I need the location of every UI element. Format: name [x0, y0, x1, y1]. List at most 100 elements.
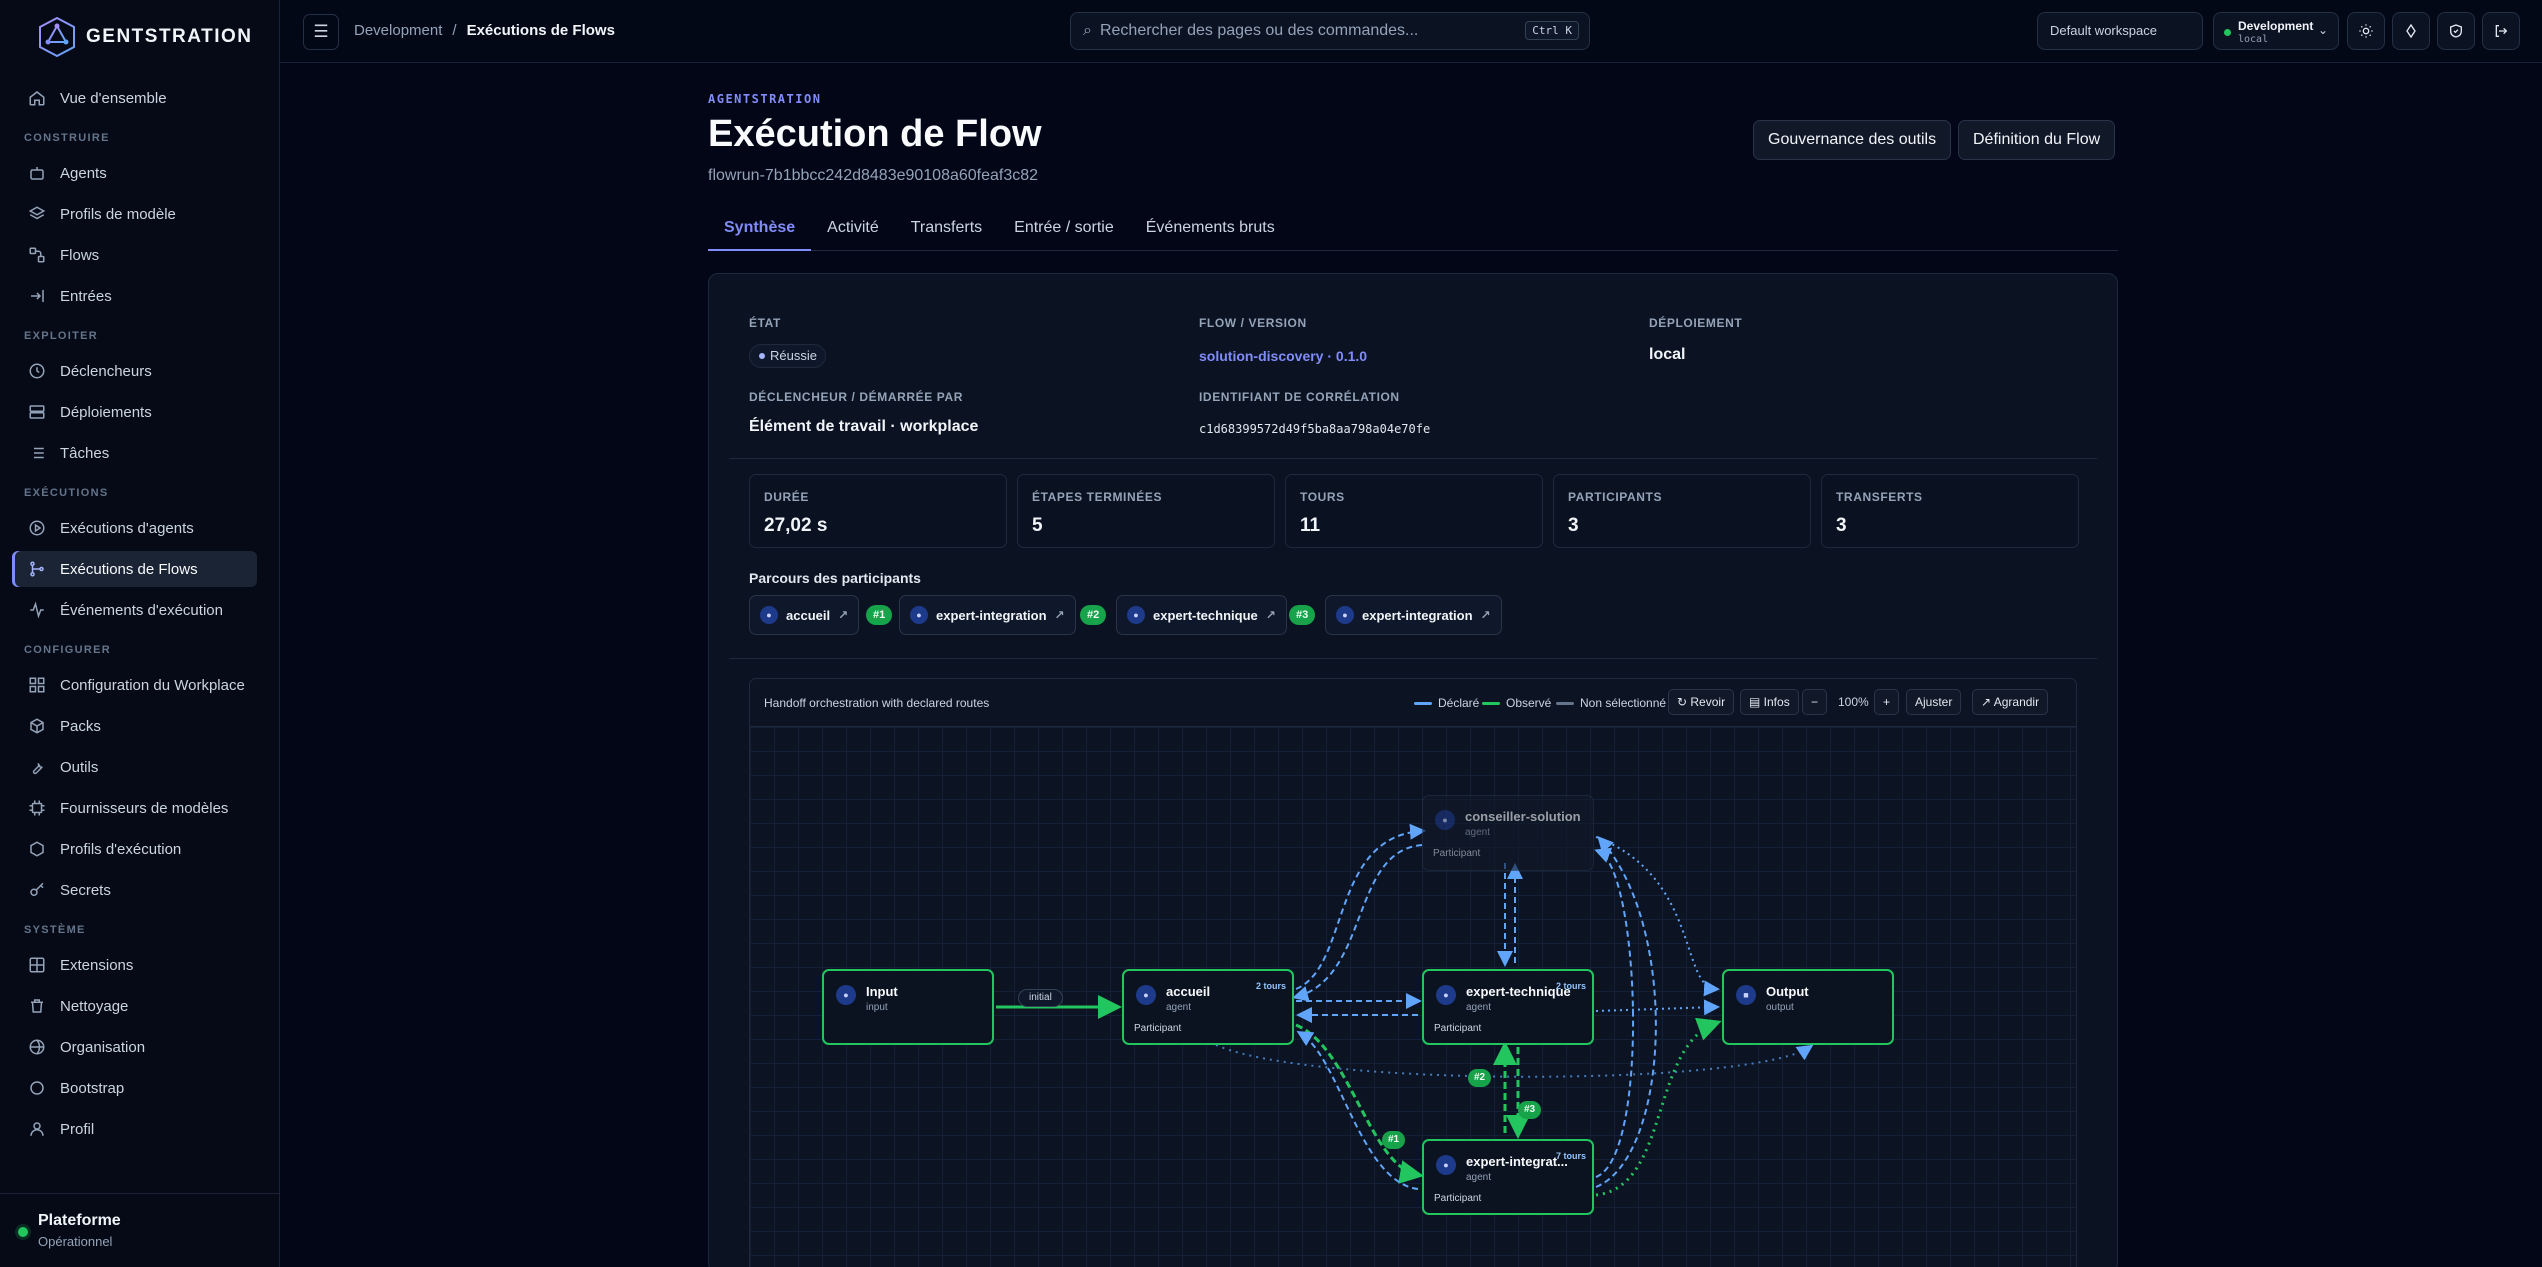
tab-evenements-bruts[interactable]: Événements bruts: [1130, 213, 1291, 251]
expand-button[interactable]: ↗ Agrandir: [1972, 689, 2049, 715]
brand-name: GENTSTRATION: [86, 26, 253, 47]
edge-integ-tech-side: [1595, 836, 1657, 1188]
graph-node-output[interactable]: ■ Output output: [1722, 969, 1894, 1045]
edge-integ-output: [1595, 1017, 1722, 1197]
journey-chip[interactable]: ● expert-integration ↗: [1325, 595, 1502, 635]
zoom-in-button[interactable]: +: [1874, 689, 1900, 715]
sidebar-item-label: Flows: [60, 246, 100, 264]
flow-run-id: flowrun-7b1bbcc242d8483e90108a60feaf3c82: [708, 167, 1039, 184]
zoom-level: 100%: [1838, 695, 1869, 709]
flow-version-link[interactable]: solution-discovery · 0.1.0: [1199, 348, 1367, 364]
environment-select[interactable]: Development local ⌄: [2213, 12, 2339, 50]
sidebar-item-label: Configuration du Workplace: [60, 676, 245, 694]
chevron-down-icon: ⌄: [2317, 23, 2328, 37]
graph-node-expert-technique[interactable]: ● expert-technique agent Participant 2 t…: [1422, 969, 1594, 1045]
sidebar-item-flows[interactable]: Flows: [12, 237, 257, 273]
breadcrumb-separator: /: [452, 22, 457, 39]
sidebar-item-agent-runs[interactable]: Exécutions d'agents: [12, 510, 257, 546]
deployment-label: DÉPLOIEMENT: [1649, 316, 1743, 330]
sidebar-item-triggers[interactable]: Déclencheurs: [12, 353, 257, 389]
sidebar-item-cleanup[interactable]: Nettoyage: [12, 988, 257, 1024]
agent-icon: ●: [910, 606, 928, 624]
graph-node-input[interactable]: ● Input input: [822, 969, 994, 1045]
chip-label: accueil: [786, 607, 831, 623]
stat-label: TOURS: [1300, 490, 1345, 504]
sidebar-item-packs[interactable]: Packs: [12, 708, 257, 744]
graph-node-expert-integration[interactable]: ● expert-integrat... agent Participant 7…: [1422, 1139, 1594, 1215]
stat-value: 3: [1568, 515, 1579, 536]
legend-declared: Déclaré: [1414, 696, 1479, 710]
external-link-icon: ↗: [1054, 608, 1065, 622]
zoom-out-button[interactable]: −: [1802, 689, 1828, 715]
sidebar-item-entries[interactable]: Entrées: [12, 278, 257, 314]
search-input[interactable]: ⌕ Rechercher des pages ou des commandes.…: [1070, 12, 1590, 50]
sidebar-item-model-providers[interactable]: Fournisseurs de modèles: [12, 790, 257, 826]
sidebar-item-label: Extensions: [60, 956, 134, 974]
sidebar-item-secrets[interactable]: Secrets: [12, 872, 257, 908]
theme-toggle-button[interactable]: [2347, 12, 2385, 50]
security-button[interactable]: [2437, 12, 2475, 50]
sidebar-item-tools[interactable]: Outils: [12, 749, 257, 785]
node-type: agent: [1166, 1002, 1192, 1013]
fit-button[interactable]: Ajuster: [1906, 689, 1962, 715]
search-icon: ⌕: [1083, 22, 1092, 39]
edge-accueil-conseiller: [1295, 823, 1426, 990]
journey-step-badge: #1: [866, 605, 893, 625]
sidebar-item-organisation[interactable]: Organisation: [12, 1029, 257, 1065]
sidebar-item-bootstrap[interactable]: Bootstrap: [12, 1070, 257, 1106]
shield-check-icon: [2450, 24, 2462, 38]
breadcrumb-current: Exécutions de Flows: [466, 22, 615, 39]
breadcrumb-parent[interactable]: Development: [354, 22, 442, 39]
brand[interactable]: GENTSTRATION: [36, 16, 252, 58]
platform-status: Plateforme Opérationnel: [0, 1193, 280, 1267]
wrench-icon: [32, 763, 43, 775]
journey-chip[interactable]: ● accueil ↗: [749, 595, 860, 635]
chip-label: expert-technique: [1153, 607, 1258, 623]
diamond-icon: [2406, 23, 2416, 39]
menu-toggle-button[interactable]: ☰: [303, 14, 339, 50]
legend-swatch: [1414, 701, 1432, 705]
node-type: agent: [1466, 1172, 1492, 1183]
sidebar-item-run-profiles[interactable]: Profils d'exécution: [12, 831, 257, 867]
tab-entree-sortie[interactable]: Entrée / sortie: [998, 213, 1130, 251]
agent-icon: ●: [1435, 810, 1455, 830]
logout-button[interactable]: [2482, 12, 2520, 50]
sidebar-item-model-profiles[interactable]: Profils de modèle: [12, 196, 257, 232]
sidebar-item-label: Déclencheurs: [60, 362, 152, 380]
sidebar-item-workplace-config[interactable]: Configuration du Workplace: [12, 667, 257, 703]
nav-section-systeme: SYSTÈME: [24, 924, 86, 936]
info-button[interactable]: ▤ Infos: [1740, 689, 1799, 715]
flow-definition-button[interactable]: Définition du Flow: [1958, 120, 2116, 160]
tool-governance-button[interactable]: Gouvernance des outils: [1753, 120, 1952, 160]
tab-synthese[interactable]: Synthèse: [708, 213, 812, 251]
node-role: Participant: [1433, 848, 1481, 859]
node-type: input: [866, 1002, 888, 1013]
tab-transferts[interactable]: Transferts: [895, 213, 998, 251]
workspace-select[interactable]: Default workspace: [2037, 12, 2203, 50]
graph-node-accueil[interactable]: ● accueil agent Participant 2 tours: [1122, 969, 1294, 1045]
tab-activite[interactable]: Activité: [811, 213, 895, 251]
node-type: output: [1766, 1002, 1794, 1013]
sidebar-item-overview[interactable]: Vue d'ensemble: [12, 80, 257, 116]
output-icon: ■: [1736, 985, 1756, 1005]
sidebar-item-run-events[interactable]: Événements d'exécution: [12, 592, 257, 628]
journey-chip[interactable]: ● expert-integration ↗: [899, 595, 1076, 635]
correlation-id-label: IDENTIFIANT DE CORRÉLATION: [1199, 390, 1400, 404]
summary-card: ÉTAT Réussie FLOW / VERSION solution-dis…: [708, 273, 2118, 1267]
legend-swatch: [1556, 701, 1574, 705]
agent-icon: ●: [1136, 985, 1156, 1005]
sidebar-item-tasks[interactable]: Tâches: [12, 435, 257, 471]
journey-step-badge: #3: [1289, 605, 1316, 625]
edge-integ-conseiller: [1594, 847, 1634, 1178]
design-button[interactable]: [2392, 12, 2430, 50]
sidebar-item-profile[interactable]: Profil: [12, 1111, 257, 1147]
graph-canvas[interactable]: initial #1 #2 #3 ● Input input ● accueil…: [750, 727, 2076, 1267]
sidebar-item-deployments[interactable]: Déploiements: [12, 394, 257, 430]
sidebar-item-agents[interactable]: Agents: [12, 155, 257, 191]
review-button[interactable]: ↻ Revoir: [1668, 689, 1735, 715]
clock-icon: [29, 363, 45, 379]
sidebar-item-extensions[interactable]: Extensions: [12, 947, 257, 983]
sidebar-item-flow-runs[interactable]: Exécutions de Flows: [12, 551, 257, 587]
graph-node-conseiller-solution[interactable]: ● conseiller-solution agent Participant: [1422, 795, 1594, 871]
journey-chip[interactable]: ● expert-technique ↗: [1116, 595, 1287, 635]
